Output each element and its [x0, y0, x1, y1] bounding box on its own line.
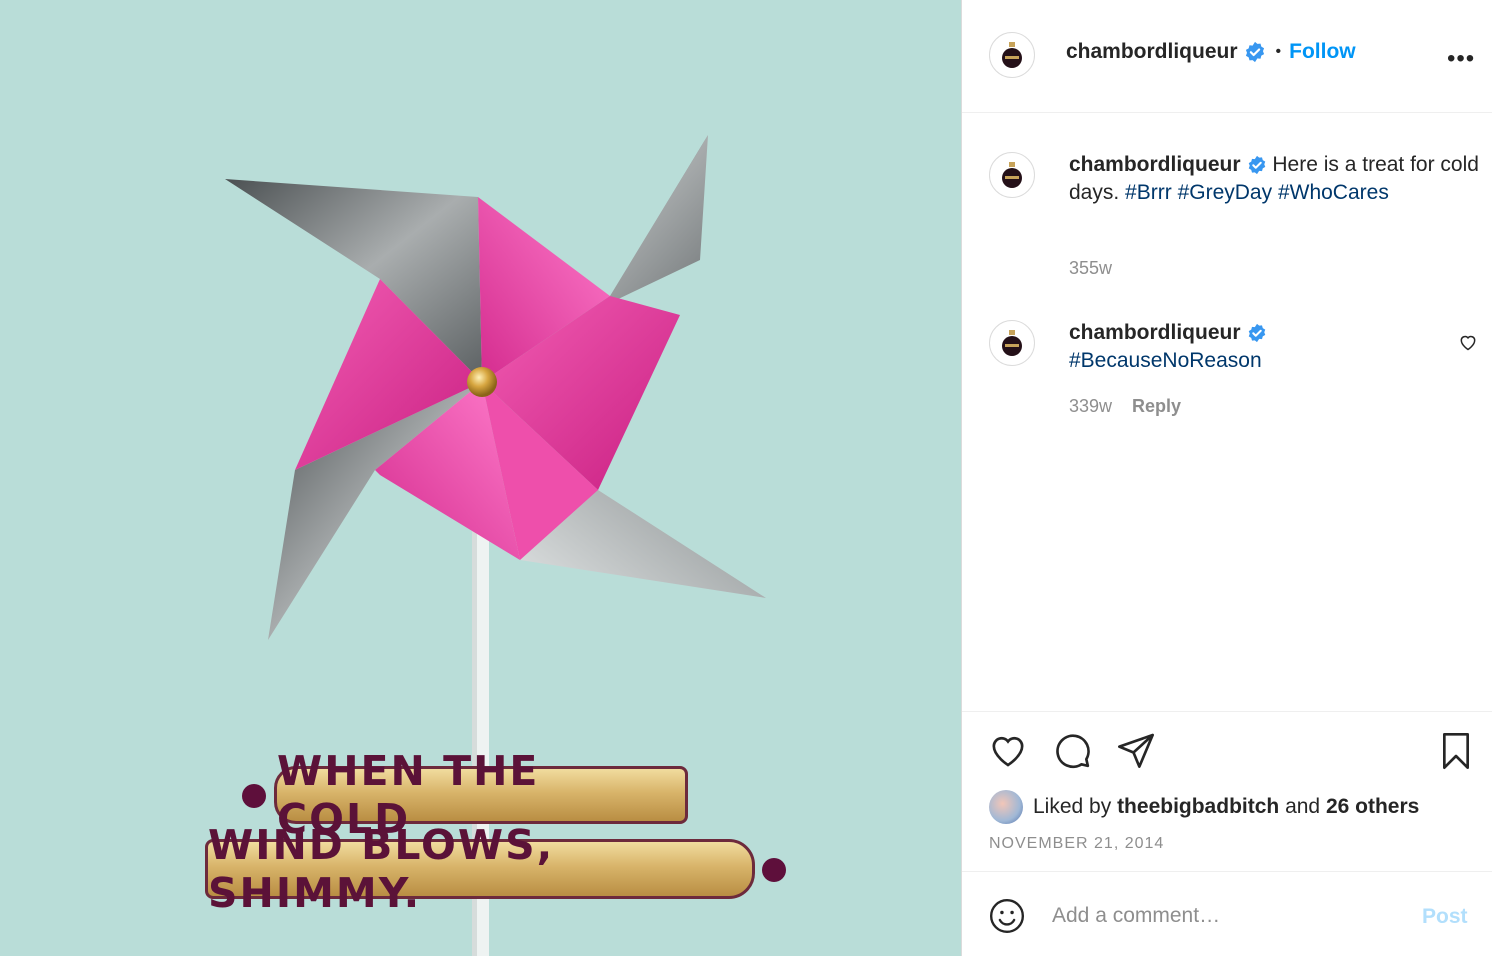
verified-badge-icon [1248, 156, 1265, 175]
post-date[interactable]: NOVEMBER 21, 2014 [989, 835, 1164, 853]
likes-others-link[interactable]: 26 others [1326, 795, 1419, 819]
follow-button[interactable]: Follow [1289, 40, 1356, 64]
post-actions: Liked by theebigbadbitch and 26 others N… [962, 711, 1492, 872]
caption-avatar[interactable] [989, 152, 1035, 198]
comments-section: chambordliqueur Here is a treat for cold… [962, 113, 1492, 710]
chambord-bottle-icon [1002, 330, 1022, 356]
post-viewer: WHEN THE COLD WIND BLOWS, SHIMMY. chambo… [0, 0, 1492, 956]
likes-summary: Liked by theebigbadbitch and 26 others [989, 790, 1419, 824]
comment-text-block: chambordliqueur #BecauseNoReason [1069, 319, 1439, 375]
comment-username[interactable]: chambordliqueur [1069, 321, 1241, 344]
banner-line-2: WIND BLOWS, SHIMMY. [205, 821, 755, 917]
comment-meta: 339w Reply [1069, 396, 1181, 417]
banner-dot-left [242, 784, 266, 808]
header-separator: • [1275, 43, 1282, 60]
post-header: chambordliqueur • Follow ••• [962, 0, 1492, 113]
add-comment-bar: Add a comment… Post [962, 871, 1492, 957]
hashtag-link[interactable]: #WhoCares [1278, 181, 1389, 204]
avatar[interactable] [989, 32, 1035, 78]
bookmark-icon[interactable] [1436, 730, 1476, 772]
banner-line-1: WHEN THE COLD [274, 747, 688, 843]
heart-icon[interactable] [988, 730, 1028, 770]
hashtag-link[interactable]: #GreyDay [1178, 181, 1273, 204]
more-options-icon[interactable]: ••• [1447, 47, 1475, 71]
emoji-icon[interactable] [988, 897, 1026, 935]
comment-input[interactable]: Add a comment… [1052, 904, 1220, 928]
reply-button[interactable]: Reply [1132, 396, 1181, 416]
comment-like-icon[interactable] [1458, 332, 1478, 352]
verified-badge-icon [1245, 41, 1264, 63]
comment-icon[interactable] [1052, 730, 1092, 770]
banner-dot-right [762, 858, 786, 882]
pinwheel-center-pin [467, 367, 497, 397]
hashtag-link[interactable]: #BecauseNoReason [1069, 349, 1262, 372]
header-user-row: chambordliqueur • Follow [1066, 40, 1356, 64]
liked-prefix: Liked by [1033, 795, 1112, 818]
username-link[interactable]: chambordliqueur [1066, 40, 1238, 64]
hashtag-link[interactable]: #Brrr [1125, 181, 1172, 204]
post-image[interactable]: WHEN THE COLD WIND BLOWS, SHIMMY. [0, 0, 961, 956]
chambord-bottle-icon [1002, 42, 1022, 68]
liker-username[interactable]: theebigbadbitch [1117, 795, 1279, 819]
verified-badge-icon [1248, 324, 1265, 343]
chambord-bottle-icon [1002, 162, 1022, 188]
post-comment-button[interactable]: Post [1422, 905, 1468, 929]
share-icon[interactable] [1116, 730, 1156, 770]
caption-timestamp[interactable]: 355w [1069, 258, 1112, 279]
comment-avatar[interactable] [989, 320, 1035, 366]
caption-text-block: chambordliqueur Here is a treat for cold… [1069, 151, 1479, 207]
comment-timestamp[interactable]: 339w [1069, 396, 1112, 416]
liker-avatar[interactable] [989, 790, 1023, 824]
liked-and: and [1285, 795, 1321, 818]
post-sidebar: chambordliqueur • Follow ••• chambordliq… [961, 0, 1492, 956]
caption-username[interactable]: chambordliqueur [1069, 153, 1241, 176]
